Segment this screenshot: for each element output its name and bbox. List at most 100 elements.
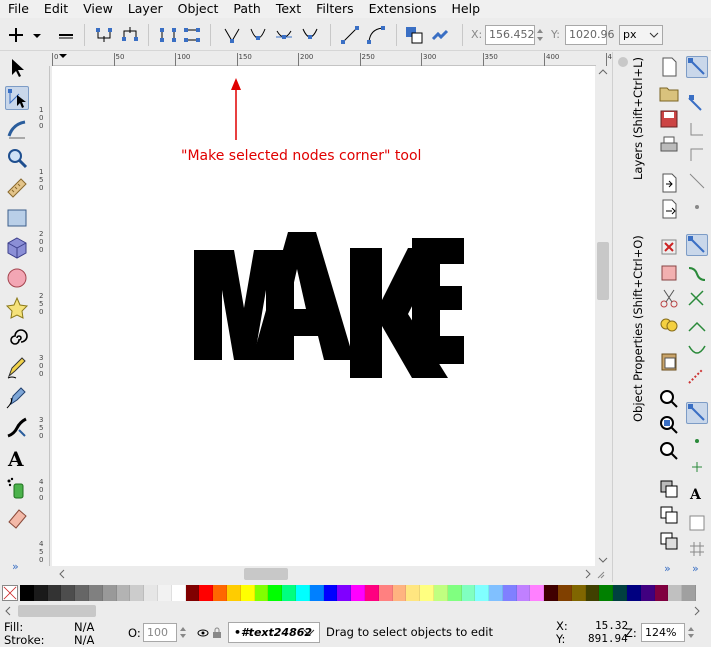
palette-swatch[interactable] [254,585,269,601]
palette-swatch[interactable] [295,585,310,601]
palette-swatch[interactable] [461,585,476,601]
palette-swatch[interactable] [171,585,186,601]
snap-more-icon[interactable]: » [692,562,699,575]
selector-tool-icon[interactable] [5,56,29,80]
palette-swatch[interactable] [654,585,669,601]
palette-swatch[interactable] [33,585,48,601]
menu-object[interactable]: Object [170,0,226,18]
pen-tool-icon[interactable] [5,386,29,410]
dock-close-icon[interactable] [617,56,629,68]
copy-icon[interactable] [658,314,680,336]
palette-swatch[interactable] [351,585,365,601]
y-coordinate-input[interactable]: 1020.96 [565,25,615,45]
palette-swatch[interactable] [102,585,117,601]
palette-swatch[interactable] [585,585,600,601]
menu-path[interactable]: Path [225,0,267,18]
x-spinner-icon[interactable] [535,25,545,45]
palette-swatch[interactable] [571,585,586,601]
join-nodes-icon[interactable] [94,25,114,45]
palette-swatch[interactable] [130,585,145,601]
3d-box-tool-icon[interactable] [5,236,29,260]
palette-swatch[interactable] [61,585,76,601]
print-icon[interactable] [658,134,680,156]
palette-swatch[interactable] [364,585,379,601]
delete-icon[interactable] [658,236,680,258]
pencil-tool-icon[interactable] [5,356,29,380]
snap-cusp-nodes-icon[interactable] [686,314,708,336]
menu-layer[interactable]: Layer [120,0,170,18]
cut-icon[interactable] [658,288,680,310]
snap-text-baseline-icon[interactable]: A [686,482,708,504]
palette-swatch[interactable] [475,585,490,601]
palette-swatch[interactable] [640,585,655,601]
x-coordinate-input[interactable]: 156.452 [485,25,535,45]
eraser-tool-icon[interactable] [5,506,29,530]
opacity-input[interactable]: 100 [143,623,177,642]
snap-paths-icon[interactable] [686,262,708,284]
paste-icon[interactable] [658,350,680,372]
palette-swatch[interactable] [47,585,62,601]
palette-swatch[interactable] [516,585,531,601]
zoom-page-icon[interactable] [658,440,680,462]
node-tool-button[interactable] [5,86,29,110]
palette-swatch[interactable] [627,585,641,601]
snap-bbox-icon[interactable] [686,92,708,114]
snap-nodes-button[interactable] [686,234,708,256]
stroke-to-path-icon[interactable] [430,25,450,45]
layer-lock-icon[interactable] [212,626,222,639]
menu-text[interactable]: Text [268,0,308,18]
menu-filters[interactable]: Filters [308,0,360,18]
palette-swatch[interactable] [447,585,462,601]
zoom-tool-icon[interactable] [5,146,29,170]
palette-swatch[interactable] [420,585,434,601]
save-document-icon[interactable] [658,108,680,130]
palette-swatch[interactable] [282,585,296,601]
palette-swatch[interactable] [337,585,352,601]
measure-tool-icon[interactable] [5,176,29,200]
node-cusp-icon[interactable] [222,25,242,45]
palette-swatch[interactable] [406,585,421,601]
insert-node-icon[interactable] [6,25,26,45]
palette-swatch[interactable] [116,585,131,601]
open-document-icon[interactable] [658,82,680,104]
palette-swatch[interactable] [20,585,34,601]
snap-others-button[interactable] [686,402,708,424]
snap-intersections-icon[interactable] [686,288,708,310]
make-logo[interactable] [194,232,464,378]
star-tool-icon[interactable] [5,296,29,320]
opacity-spinner-icon[interactable] [178,623,188,642]
menu-help[interactable]: Help [444,0,488,18]
tweak-tool-icon[interactable] [5,116,29,140]
zoom-spinner-icon[interactable] [686,623,696,642]
snap-bbox-edge-icon[interactable] [686,118,708,140]
node-auto-smooth-icon[interactable] [300,25,320,45]
snap-line-midpoints-icon[interactable] [686,366,708,388]
palette-swatch[interactable] [185,585,200,601]
layer-visibility-icon[interactable] [197,627,209,639]
palette-swatch[interactable] [558,585,572,601]
spray-tool-icon[interactable] [5,476,29,500]
ellipse-tool-icon[interactable] [5,266,29,290]
palette-swatch[interactable] [88,585,103,601]
snap-bbox-center-icon[interactable] [686,196,708,218]
delete-node-icon[interactable] [56,25,76,45]
delete-segment-icon[interactable] [182,25,202,45]
horizontal-scrollbar[interactable] [52,566,608,582]
snap-rotation-center-icon[interactable] [686,456,708,478]
vacuum-icon[interactable] [658,262,680,284]
palette-swatch[interactable] [544,585,559,601]
palette-swatch[interactable] [378,585,393,601]
palette-swatch[interactable] [668,585,683,601]
spiral-tool-icon[interactable] [5,326,29,350]
node-smooth-icon[interactable] [248,25,268,45]
menu-extensions[interactable]: Extensions [361,0,444,18]
no-paint-swatch-icon[interactable] [2,585,18,601]
object-to-path-icon[interactable] [404,25,424,45]
rectangle-tool-icon[interactable] [5,206,29,230]
tab-layers[interactable]: Layers (Shift+Ctrl+L) [631,57,645,180]
export-icon[interactable] [658,198,680,220]
commands-more-icon[interactable]: » [664,562,671,575]
menu-file[interactable]: File [0,0,36,18]
palette-swatch[interactable] [240,585,255,601]
new-document-icon[interactable] [658,56,680,78]
